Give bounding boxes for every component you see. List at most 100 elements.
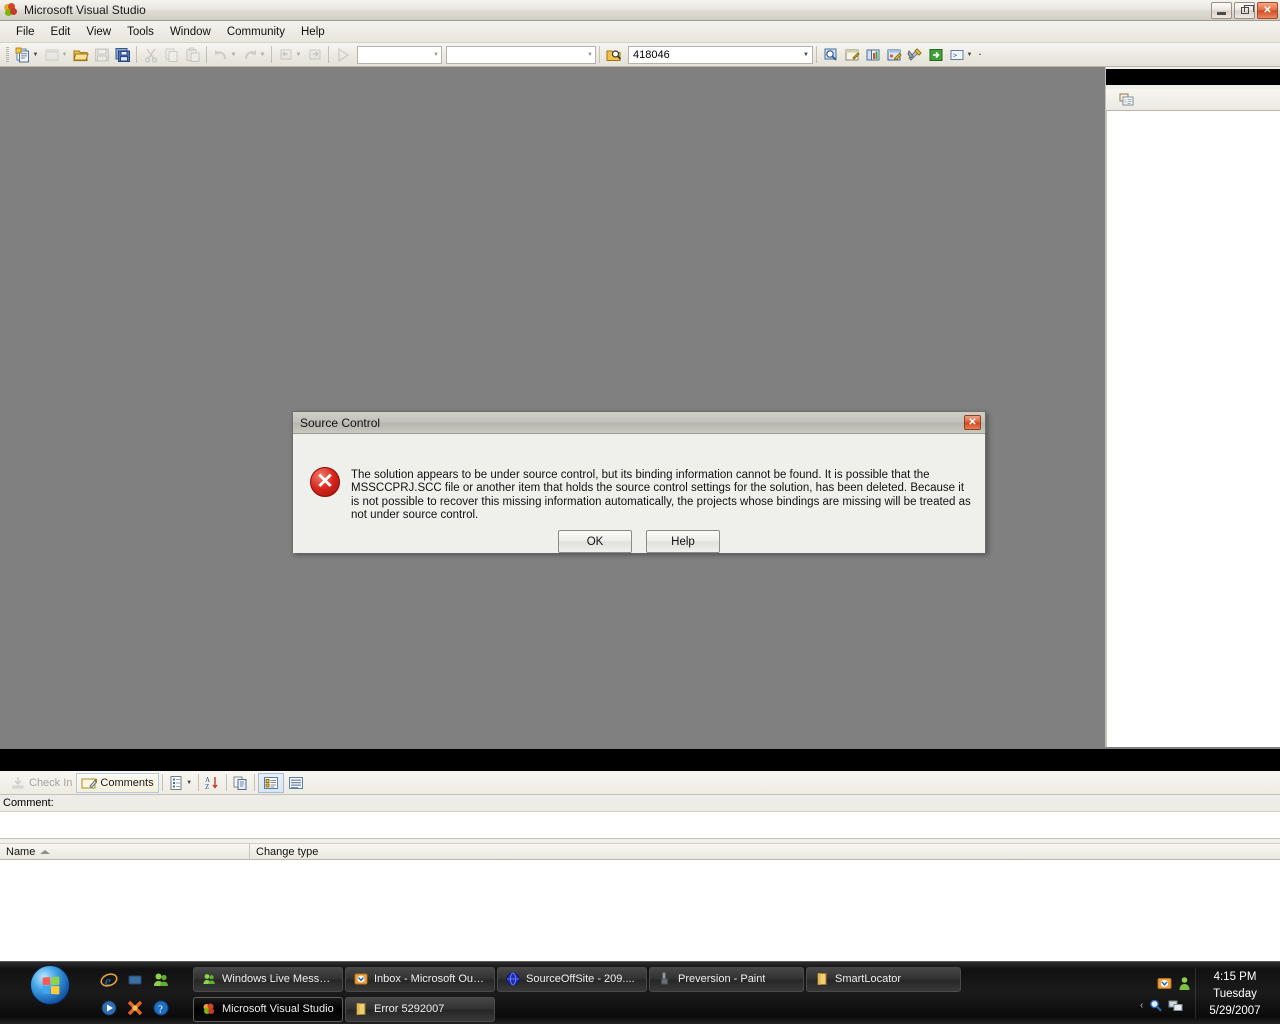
solution-platform-combo[interactable]: ▼ xyxy=(446,45,596,64)
menu-item-edit[interactable]: Edit xyxy=(43,23,79,41)
menu-item-help[interactable]: Help xyxy=(293,23,333,41)
menu-item-tools[interactable]: Tools xyxy=(119,23,162,41)
svg-text:?: ? xyxy=(158,1004,163,1016)
comment-input[interactable] xyxy=(0,812,1280,839)
internet-explorer-icon[interactable]: e xyxy=(100,971,118,989)
taskbar-row-1: Windows Live Messen.... Inbox - Microsof… xyxy=(193,966,1143,992)
menu-item-file[interactable]: File xyxy=(8,23,43,41)
compare-icon[interactable] xyxy=(230,773,251,793)
taskbar-row-2: Microsoft Visual Studio Error 5292007 xyxy=(193,996,1143,1022)
save-all-icon[interactable] xyxy=(112,45,133,65)
properties-window-icon[interactable] xyxy=(841,45,862,65)
start-button[interactable] xyxy=(30,965,70,1005)
dialog-button-row: OK Help xyxy=(293,530,985,553)
task-button-outlook[interactable]: Inbox - Microsoft Out.... xyxy=(345,966,495,992)
network-tray-icon[interactable] xyxy=(1168,998,1183,1013)
solution-explorer-icon[interactable] xyxy=(1116,90,1137,110)
toolbar-overflow-button[interactable]: ⌄ xyxy=(975,51,985,57)
comments-button[interactable]: Comments xyxy=(76,772,159,793)
task-button-visual-studio[interactable]: Microsoft Visual Studio xyxy=(193,996,343,1022)
task-label: SourceOffSite - 209.... xyxy=(526,973,635,985)
clock-date: 5/29/2007 xyxy=(1209,1004,1261,1017)
list-view-button[interactable] xyxy=(284,773,308,793)
sort-ascending-icon[interactable]: A Z xyxy=(202,773,223,793)
window-titlebar: Microsoft Visual Studio ✕ xyxy=(0,0,1280,21)
object-browser-icon[interactable] xyxy=(862,45,883,65)
pending-changes-grid-body[interactable] xyxy=(0,860,1280,961)
menu-item-view[interactable]: View xyxy=(78,23,119,41)
messenger-icon xyxy=(202,972,216,986)
task-label: Inbox - Microsoft Out.... xyxy=(374,973,486,985)
solution-explorer-tree[interactable] xyxy=(1106,111,1280,747)
find-combo[interactable]: 418046 ▼ xyxy=(628,45,813,64)
toolbox-icon[interactable] xyxy=(883,45,904,65)
taskbar-buttons: Windows Live Messen.... Inbox - Microsof… xyxy=(193,966,1143,1022)
task-button-error-folder[interactable]: Error 5292007 xyxy=(345,996,495,1022)
outlook-tray-icon[interactable] xyxy=(1157,976,1172,991)
navigate-backward-icon xyxy=(275,45,296,65)
dialog-message: The solution appears to be under source … xyxy=(351,469,971,521)
editor-document-area xyxy=(0,67,1106,747)
search-tray-icon[interactable] xyxy=(1148,998,1163,1013)
policy-warnings-icon[interactable] xyxy=(166,773,187,793)
redo-icon xyxy=(239,45,260,65)
task-button-smartlocator[interactable]: SmartLocator xyxy=(806,966,961,992)
dialog-body: ✕ The solution appears to be under sourc… xyxy=(293,434,985,553)
navigate-forward-icon xyxy=(304,45,325,65)
undo-icon xyxy=(210,45,231,65)
editor-empty-surface xyxy=(2,69,1103,745)
go-to-icon[interactable] xyxy=(925,45,946,65)
new-project-icon[interactable] xyxy=(12,45,33,65)
toolbar-grip[interactable] xyxy=(6,46,9,63)
check-in-icon xyxy=(10,775,26,791)
minimize-button[interactable] xyxy=(1211,2,1232,19)
solution-explorer-panel xyxy=(1106,67,1280,747)
find-in-files-icon[interactable] xyxy=(603,45,624,65)
quick-launch-bar: e ? xyxy=(96,966,275,1022)
pending-changes-toolbar: Check In Comments ▼ A Z xyxy=(0,771,1280,795)
standard-toolbar: ▼ ▼ ▼ ▼ ▼ ▼ ▼ 418046 ▼ > ▼ ⌄ xyxy=(0,43,1280,67)
windows-live-messenger-icon[interactable] xyxy=(152,971,170,989)
messenger-tray-icon[interactable] xyxy=(1177,976,1192,991)
svg-text:Z: Z xyxy=(205,783,209,791)
application-window: Microsoft Visual Studio ✕ File Edit View… xyxy=(0,0,1280,1024)
command-window-icon[interactable]: > xyxy=(946,45,967,65)
outlook-icon xyxy=(354,972,368,986)
column-header-change-type[interactable]: Change type xyxy=(250,843,1280,860)
show-desktop-icon[interactable] xyxy=(126,971,144,989)
task-label: Microsoft Visual Studio xyxy=(222,1003,334,1015)
task-button-sourceoffsite[interactable]: SourceOffSite - 209.... xyxy=(497,966,647,992)
task-label: Preversion - Paint xyxy=(678,973,766,985)
add-new-item-icon xyxy=(41,45,62,65)
solution-configuration-combo[interactable]: ▼ xyxy=(357,45,442,64)
task-button-paint[interactable]: Preversion - Paint xyxy=(649,966,804,992)
taskbar-clock[interactable]: 4:15 PM Tuesday 5/29/2007 xyxy=(1196,966,1274,1022)
tray-expand-chevron-icon[interactable]: ‹ xyxy=(1140,1000,1143,1011)
menu-item-window[interactable]: Window xyxy=(162,23,219,41)
details-view-button[interactable] xyxy=(257,772,284,793)
svg-text:>: > xyxy=(953,51,957,59)
open-file-icon[interactable] xyxy=(70,45,91,65)
close-button[interactable]: ✕ xyxy=(1257,2,1278,19)
restore-button[interactable] xyxy=(1234,2,1255,19)
find-input-value[interactable]: 418046 xyxy=(633,49,803,61)
paint-icon xyxy=(658,972,672,986)
ok-button[interactable]: OK xyxy=(558,530,632,553)
column-header-name[interactable]: Name xyxy=(0,843,250,860)
folder-icon xyxy=(815,972,829,986)
help-icon[interactable]: ? xyxy=(152,999,170,1017)
menu-bar: File Edit View Tools Window Community He… xyxy=(0,21,1280,43)
copy-icon xyxy=(161,45,182,65)
menu-item-community[interactable]: Community xyxy=(219,23,293,41)
tools-options-icon[interactable] xyxy=(904,45,925,65)
mozilla-firefox-icon[interactable] xyxy=(126,999,144,1017)
close-icon: ✕ xyxy=(968,416,977,428)
task-button-messenger[interactable]: Windows Live Messen.... xyxy=(193,966,343,992)
help-button[interactable]: Help xyxy=(646,530,720,553)
media-player-icon[interactable] xyxy=(100,999,118,1017)
visual-studio-icon xyxy=(202,1002,216,1016)
dialog-close-button[interactable]: ✕ xyxy=(964,415,981,430)
find-symbol-icon[interactable] xyxy=(820,45,841,65)
start-debug-icon xyxy=(332,45,353,65)
find-dropdown-arrow[interactable]: ▼ xyxy=(803,52,812,58)
